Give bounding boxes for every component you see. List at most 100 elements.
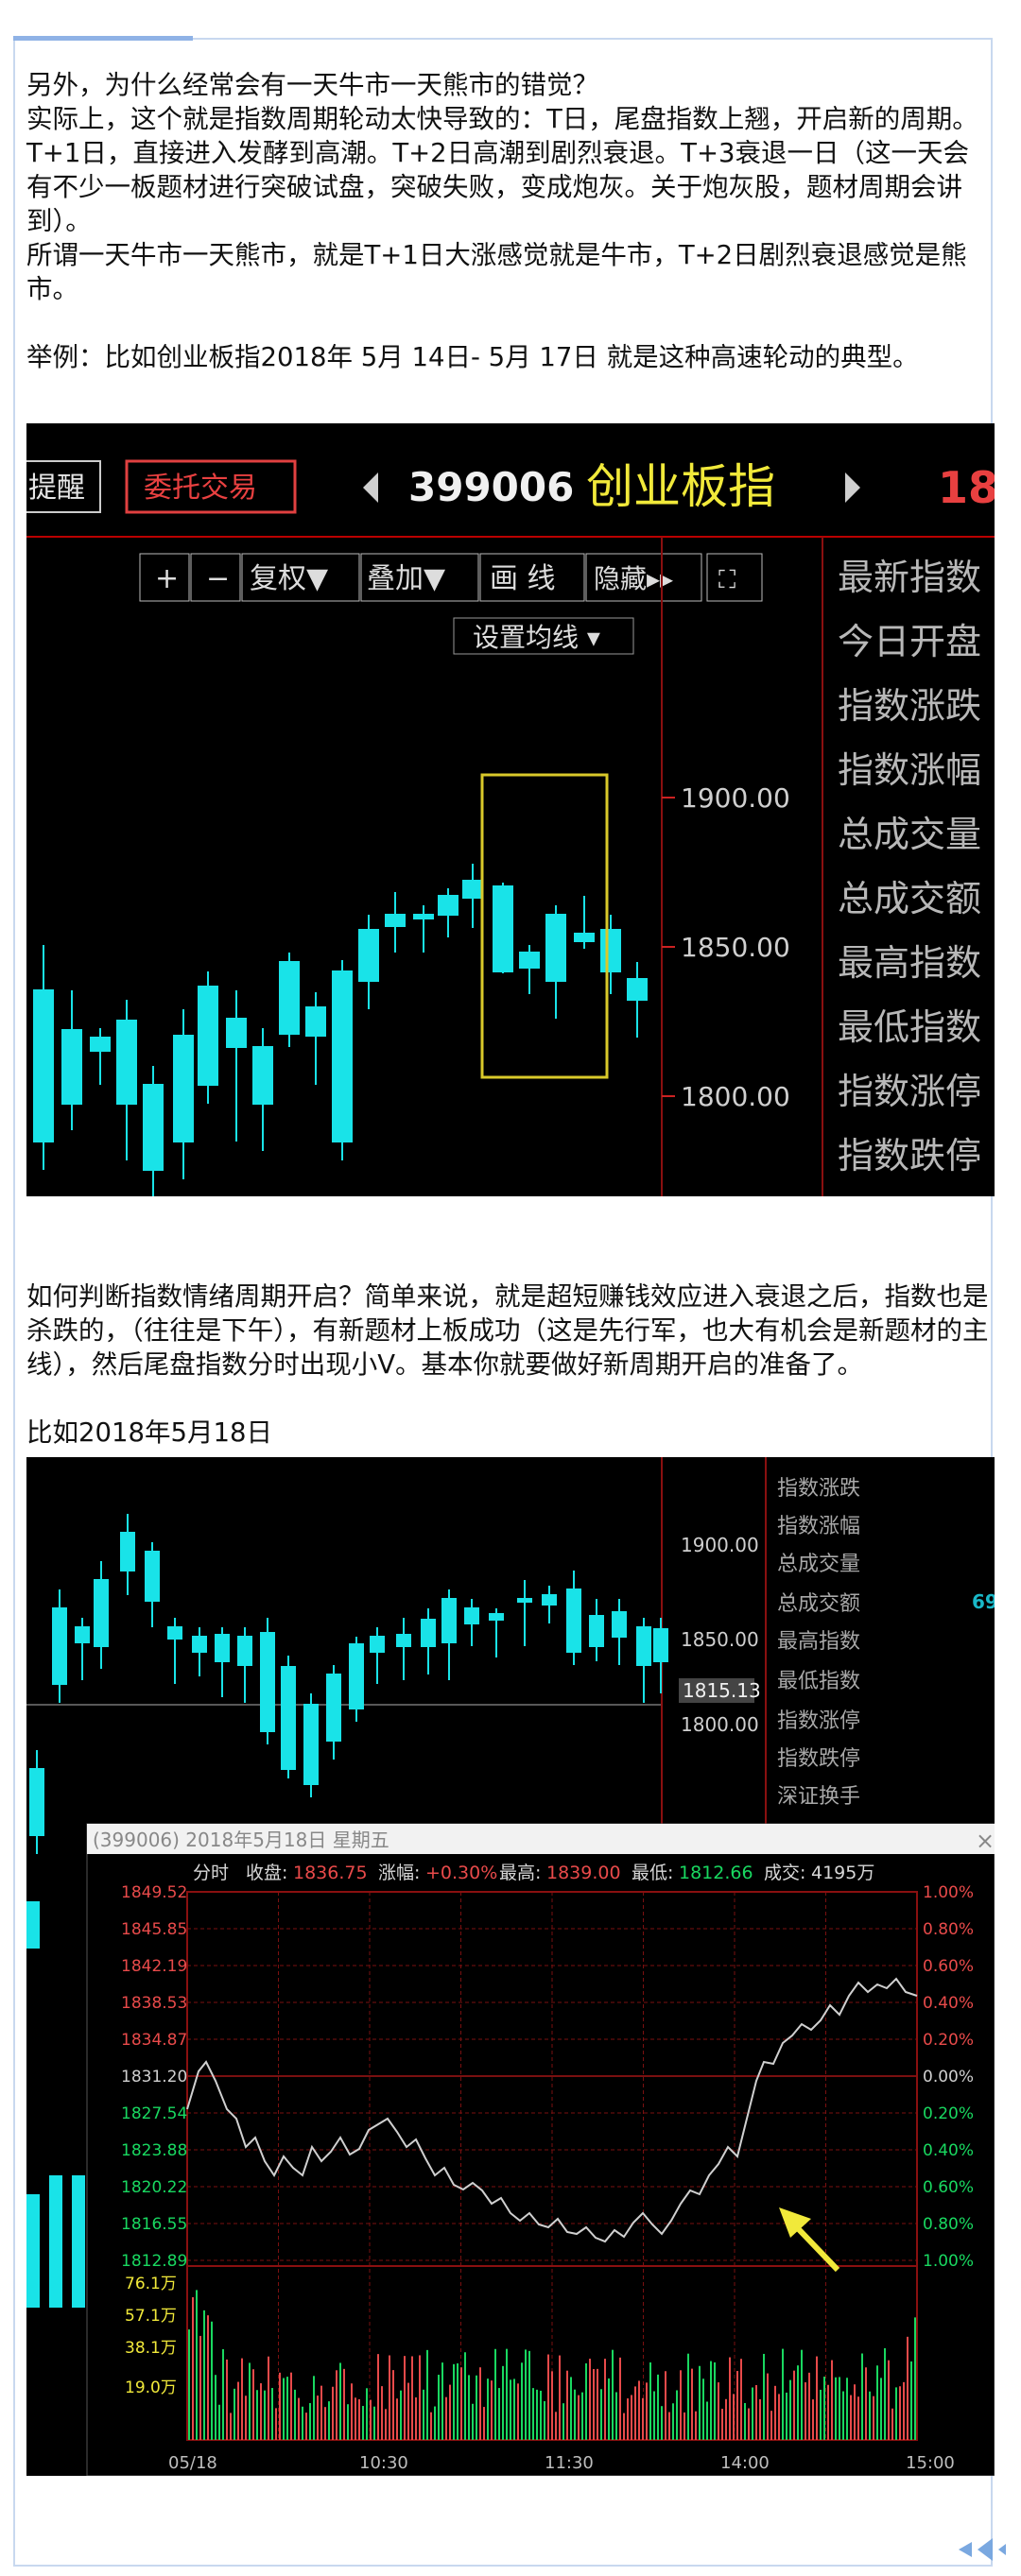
paragraph-4: 举例：比如创业板指2018年 5月 14日- 5月 17日 就是这种高速轮动的典…	[26, 342, 919, 372]
current-price-tag: 1815.13	[683, 1679, 761, 1702]
price-label-1800: 1800.00	[681, 1713, 759, 1736]
left-price-label: 1838.53	[121, 1994, 187, 2013]
right-percent-label: 0.40%	[923, 1994, 974, 2013]
info-low-key: 最低:	[632, 1863, 673, 1883]
candle	[281, 1656, 296, 1778]
paragraph-5: 如何判断指数情绪周期开启？简单来说，就是超短赚钱效应进入衰退之后，指数也是杀跌的…	[26, 1281, 989, 1380]
side-label: 指数涨跌	[838, 685, 981, 727]
volume-label: 38.1万	[125, 2339, 177, 2358]
side-value: 69	[972, 1590, 995, 1613]
side-label: 最高指数	[777, 1630, 860, 1654]
left-price-label: 1849.52	[121, 1883, 187, 1902]
right-percent-label: 0.60%	[923, 2178, 974, 2197]
side-label: 指数跌停	[777, 1747, 860, 1771]
side-label: 指数涨跌	[777, 1477, 860, 1501]
candle	[49, 2175, 62, 2308]
index-code: 399006	[408, 464, 574, 510]
left-price-label: 1823.88	[121, 2141, 187, 2160]
time-label: 10:30	[359, 2453, 408, 2473]
order-label: 委托交易	[144, 472, 257, 505]
candle	[493, 883, 513, 973]
right-percent-label: 1.00%	[923, 2252, 974, 2271]
left-price-label: 1842.19	[121, 1957, 187, 1976]
candle	[260, 1618, 275, 1744]
adjust-button[interactable]: 复权▼	[250, 562, 328, 595]
right-percent-label: 0.00%	[923, 2068, 974, 2087]
frame-accent-bar	[13, 36, 193, 41]
side-label: 总成交量	[777, 1553, 860, 1576]
side-label: 指数跌停	[838, 1135, 981, 1176]
price-label-1900: 1900.00	[681, 782, 790, 814]
side-label: 指数涨幅	[838, 749, 981, 791]
candle	[303, 1693, 319, 1797]
kline-screenshot: 提醒 委托交易 399006 创业板指 18 + − 复权▼ 叠加▼ 画 线 隐…	[26, 423, 995, 1196]
price-label-1850: 1850.00	[681, 932, 790, 963]
left-price-label: 1816.55	[121, 2215, 187, 2234]
left-price-label: 1834.87	[121, 2031, 187, 2050]
side-label: 最新指数	[838, 557, 981, 598]
side-label: 指数涨幅	[777, 1515, 860, 1538]
side-label: 今日开盘	[838, 621, 981, 662]
paragraph-2: 实际上，这个就是指数周期轮动太快导致的：T日，尾盘指数上翘，开启新的周期。T+1…	[26, 104, 978, 236]
draw-line-button[interactable]: 画 线	[490, 562, 556, 595]
zoom-out-button[interactable]: −	[206, 562, 230, 595]
info-volume-key: 成交:	[764, 1863, 805, 1883]
side-label: 指数涨停	[777, 1709, 860, 1733]
candle	[72, 2175, 85, 2308]
intraday-popup: (399006) 2018年5月18日 星期五 × 分时 收盘: 1836.75…	[86, 1823, 995, 2476]
volume-label: 57.1万	[125, 2307, 177, 2326]
ma-setting-label: 设置均线 ▾	[473, 622, 600, 653]
remind-label: 提醒	[28, 472, 85, 505]
time-label: 11:30	[545, 2453, 594, 2473]
left-price-label: 1820.22	[121, 2178, 187, 2197]
right-percent-label: 0.60%	[923, 1957, 974, 1976]
time-label: 05/18	[168, 2453, 217, 2473]
right-percent-label: 0.80%	[923, 1920, 974, 1939]
kline-chart: 提醒 委托交易 399006 创业板指 18 + − 复权▼ 叠加▼ 画 线 隐…	[26, 423, 995, 1196]
right-percent-label: 1.00%	[923, 1883, 974, 1902]
candle	[198, 971, 218, 1104]
left-price-label: 1827.54	[121, 2104, 187, 2123]
info-mode: 分时	[193, 1863, 229, 1883]
volume-label: 76.1万	[125, 2275, 177, 2293]
info-high-key: 最高:	[499, 1863, 541, 1883]
left-price-label: 1812.89	[121, 2252, 187, 2271]
overlay-button[interactable]: 叠加▼	[367, 562, 445, 595]
side-label: 最低指数	[838, 1006, 981, 1048]
right-percent-label: 0.40%	[923, 2141, 974, 2160]
left-price-label: 1831.20	[121, 2068, 187, 2087]
candle	[26, 1901, 40, 1949]
candle	[26, 2194, 40, 2308]
zoom-in-button[interactable]: +	[155, 562, 179, 595]
popup-close-icon[interactable]: ×	[976, 1828, 995, 1854]
time-label: 14:00	[720, 2453, 770, 2473]
info-high-value: 1839.00	[546, 1863, 621, 1883]
side-label: 指数涨停	[838, 1071, 981, 1112]
candle	[279, 953, 300, 1047]
intraday-chart: 1900.00 1850.00 1815.13 1800.00 指数涨跌 指数涨…	[26, 1457, 995, 2476]
info-close-key: 收盘:	[246, 1863, 287, 1883]
paragraph-3: 所谓一天牛市一天熊市，就是T+1日大涨感觉就是牛市，T+2日剧烈衰退感觉是熊市。	[26, 240, 967, 304]
side-label: 总成交量	[838, 814, 981, 855]
right-percent-label: 0.20%	[923, 2031, 974, 2050]
side-label: 深证换手	[777, 1785, 860, 1809]
share-corner-icon[interactable]	[951, 2534, 1008, 2565]
price-label-1850: 1850.00	[681, 1628, 759, 1651]
right-percent-label: 0.80%	[923, 2215, 974, 2234]
price-label-1900: 1900.00	[681, 1534, 759, 1556]
side-label: 最高指数	[838, 942, 981, 984]
volume-label: 19.0万	[125, 2379, 177, 2397]
index-price-partial: 18	[938, 462, 995, 513]
left-price-label: 1845.85	[121, 1920, 187, 1939]
info-low-value: 1812.66	[679, 1863, 753, 1883]
index-name: 创业板指	[586, 459, 775, 514]
side-label: 总成交额	[777, 1592, 860, 1616]
fullscreen-icon[interactable]: ⛶	[718, 566, 735, 594]
candle	[332, 960, 353, 1160]
right-percent-label: 0.20%	[923, 2104, 974, 2123]
info-bar: 分时 收盘: 1836.75 涨幅: +0.30% 最高: 1839.00 最低…	[193, 1863, 874, 1883]
info-volume-value: 4195万	[811, 1863, 874, 1883]
popup-title: (399006) 2018年5月18日 星期五	[93, 1829, 389, 1851]
paragraph-1: 另外，为什么经常会有一天牛市一天熊市的错觉？	[26, 70, 598, 100]
time-label: 15:00	[906, 2453, 955, 2473]
